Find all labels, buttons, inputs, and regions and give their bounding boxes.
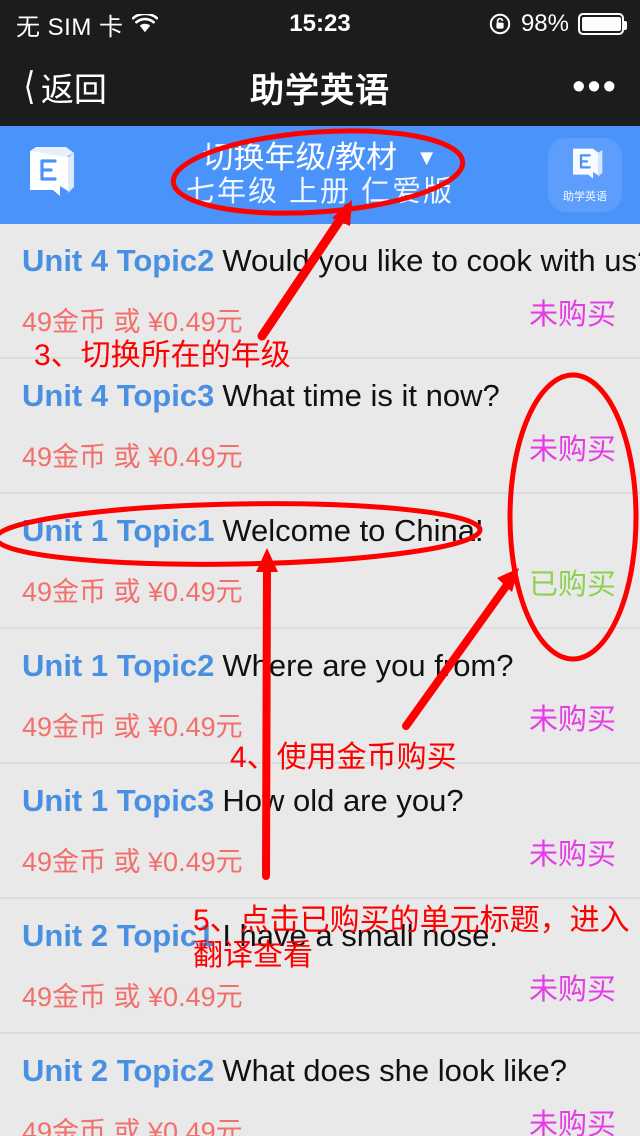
lesson-title: How old are you?	[222, 783, 464, 818]
row-title: Unit 2 Topic1 I have a small nose.	[22, 918, 618, 953]
row-title: Unit 1 Topic3 How old are you?	[22, 783, 618, 818]
grade-switch-label: 切换年级/教材	[202, 140, 398, 176]
current-grade-label: 七年级 上册 仁爱版	[185, 176, 455, 209]
status-badge[interactable]: 未购买	[529, 696, 616, 738]
status-bar: 无 SIM 卡 15:23 98%	[0, 0, 640, 48]
row-title: Unit 4 Topic2 Would you like to cook with…	[22, 243, 640, 278]
status-badge[interactable]: 已购买	[529, 561, 616, 603]
grade-switch-control[interactable]: 切换年级/教材 ▼ 七年级 上册 仁爱版	[0, 141, 640, 209]
row-title: Unit 2 Topic2 What does she look like?	[22, 1053, 618, 1088]
more-options-icon[interactable]: •••	[572, 68, 618, 106]
app-logo-icon[interactable]: 助学英语	[548, 138, 622, 212]
unit-label: Unit 1 Topic2	[22, 648, 215, 683]
status-badge[interactable]: 未购买	[529, 291, 616, 333]
lesson-title: Welcome to China!	[222, 513, 484, 548]
list-item[interactable]: Unit 4 Topic2 Would you like to cook with…	[0, 224, 640, 359]
status-badge[interactable]: 未购买	[529, 1101, 616, 1136]
battery-percent-label: 98%	[520, 10, 569, 37]
battery-icon	[578, 13, 627, 35]
page-title: 助学英语	[250, 71, 390, 110]
list-item[interactable]: Unit 1 Topic3 How old are you? 49金币 或 ¥0.…	[0, 764, 640, 899]
lesson-title: Where are you from?	[222, 648, 514, 683]
row-title: Unit 1 Topic1 Welcome to China!	[22, 513, 618, 548]
list-item[interactable]: Unit 4 Topic3 What time is it now? 49金币 或…	[0, 359, 640, 494]
unit-label: Unit 1 Topic3	[22, 783, 215, 818]
row-title: Unit 4 Topic3 What time is it now?	[22, 378, 618, 413]
list-item[interactable]: Unit 2 Topic1 I have a small nose. 49金币 或…	[0, 899, 640, 1034]
list-item[interactable]: Unit 2 Topic2 What does she look like? 49…	[0, 1034, 640, 1136]
list-item[interactable]: Unit 1 Topic1 Welcome to China! 49金币 或 ¥0…	[0, 494, 640, 629]
row-title: Unit 1 Topic2 Where are you from?	[22, 648, 618, 683]
lesson-title: What does she look like?	[222, 1053, 567, 1088]
app-logo-label: 助学英语	[563, 191, 607, 203]
rotation-lock-icon	[488, 12, 512, 36]
unit-label: Unit 4 Topic3	[22, 378, 215, 413]
lesson-list: Unit 4 Topic2 Would you like to cook with…	[0, 224, 640, 1136]
status-badge[interactable]: 未购买	[529, 426, 616, 468]
list-item[interactable]: Unit 1 Topic2 Where are you from? 49金币 或 …	[0, 629, 640, 764]
status-badge[interactable]: 未购买	[529, 831, 616, 873]
grade-selector-bar: 切换年级/教材 ▼ 七年级 上册 仁爱版 助学英语	[0, 126, 640, 224]
unit-label: Unit 2 Topic2	[22, 1053, 215, 1088]
phone-screen: 无 SIM 卡 15:23 98% ⟨ 返回 助学英语 ••• 切换年级/教材 …	[0, 0, 640, 1136]
lesson-title: What time is it now?	[222, 378, 500, 413]
status-bar-right: 98%	[488, 10, 627, 38]
grade-switch-row[interactable]: 切换年级/教材 ▼	[0, 141, 640, 176]
unit-label: Unit 4 Topic2	[22, 243, 215, 278]
lesson-title: I have a small nose.	[222, 918, 499, 953]
unit-label: Unit 2 Topic1	[22, 918, 215, 953]
navigation-bar: ⟨ 返回 助学英语 •••	[0, 48, 640, 126]
lesson-title: Would you like to cook with us?	[222, 243, 640, 278]
unit-label: Unit 1 Topic1	[22, 513, 215, 548]
status-badge[interactable]: 未购买	[529, 966, 616, 1008]
chevron-down-icon: ▼	[415, 145, 438, 171]
